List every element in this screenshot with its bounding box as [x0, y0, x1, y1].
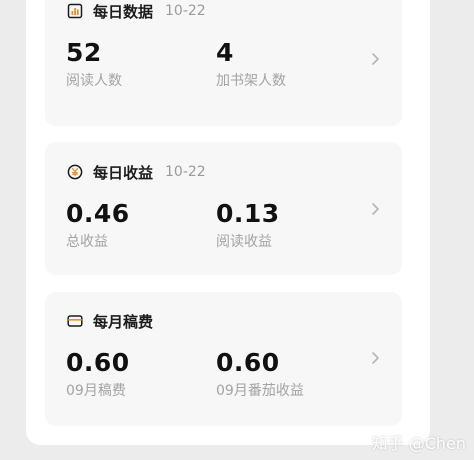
monthly-fee-title: 每月稿费 — [93, 312, 154, 331]
monthly-fee-card[interactable]: 每月稿费 0.60 09月稿费 0.60 09月番茄收益 — [45, 292, 402, 426]
yen-coin-icon — [67, 164, 83, 180]
tomato-income-value: 0.60 — [216, 348, 280, 377]
monthly-fee-header: 每月稿费 — [67, 310, 153, 332]
chevron-right-icon[interactable] — [370, 351, 380, 365]
wallet-card-icon — [67, 313, 83, 329]
daily-data-title: 每日数据 — [93, 2, 154, 21]
bar-chart-icon — [67, 3, 83, 19]
daily-income-card[interactable]: 每日收益 10-22 0.46 总收益 0.13 阅读收益 — [45, 142, 402, 275]
reading-income-metric: 0.13 阅读收益 — [216, 199, 280, 252]
reader-count-metric: 52 阅读人数 — [66, 38, 122, 91]
daily-income-date: 10-22 — [165, 164, 206, 180]
reader-count-label: 阅读人数 — [66, 73, 122, 89]
tomato-income-metric: 0.60 09月番茄收益 — [216, 348, 304, 401]
daily-income-header: 每日收益 10-22 — [67, 161, 206, 183]
daily-data-date: 10-22 — [165, 3, 206, 19]
bookshelf-count-value: 4 — [216, 38, 234, 67]
bookshelf-count-metric: 4 加书架人数 — [216, 38, 286, 91]
tomato-income-label: 09月番茄收益 — [216, 383, 304, 399]
monthly-fee-metric: 0.60 09月稿费 — [66, 348, 130, 401]
total-income-metric: 0.46 总收益 — [66, 199, 130, 252]
daily-data-card[interactable]: 每日数据 10-22 52 阅读人数 4 加书架人数 — [45, 0, 402, 126]
chevron-right-icon[interactable] — [370, 202, 380, 216]
monthly-fee-label: 09月稿费 — [66, 383, 126, 399]
daily-data-header: 每日数据 10-22 — [67, 0, 206, 22]
total-income-value: 0.46 — [66, 199, 130, 228]
bookshelf-count-label: 加书架人数 — [216, 73, 286, 89]
daily-income-title: 每日收益 — [93, 163, 154, 182]
reader-count-value: 52 — [66, 38, 102, 67]
watermark: 知乎 @Chen — [371, 434, 466, 453]
total-income-label: 总收益 — [66, 234, 108, 250]
reading-income-value: 0.13 — [216, 199, 280, 228]
monthly-fee-value: 0.60 — [66, 348, 130, 377]
chevron-right-icon[interactable] — [370, 52, 380, 66]
reading-income-label: 阅读收益 — [216, 234, 272, 250]
